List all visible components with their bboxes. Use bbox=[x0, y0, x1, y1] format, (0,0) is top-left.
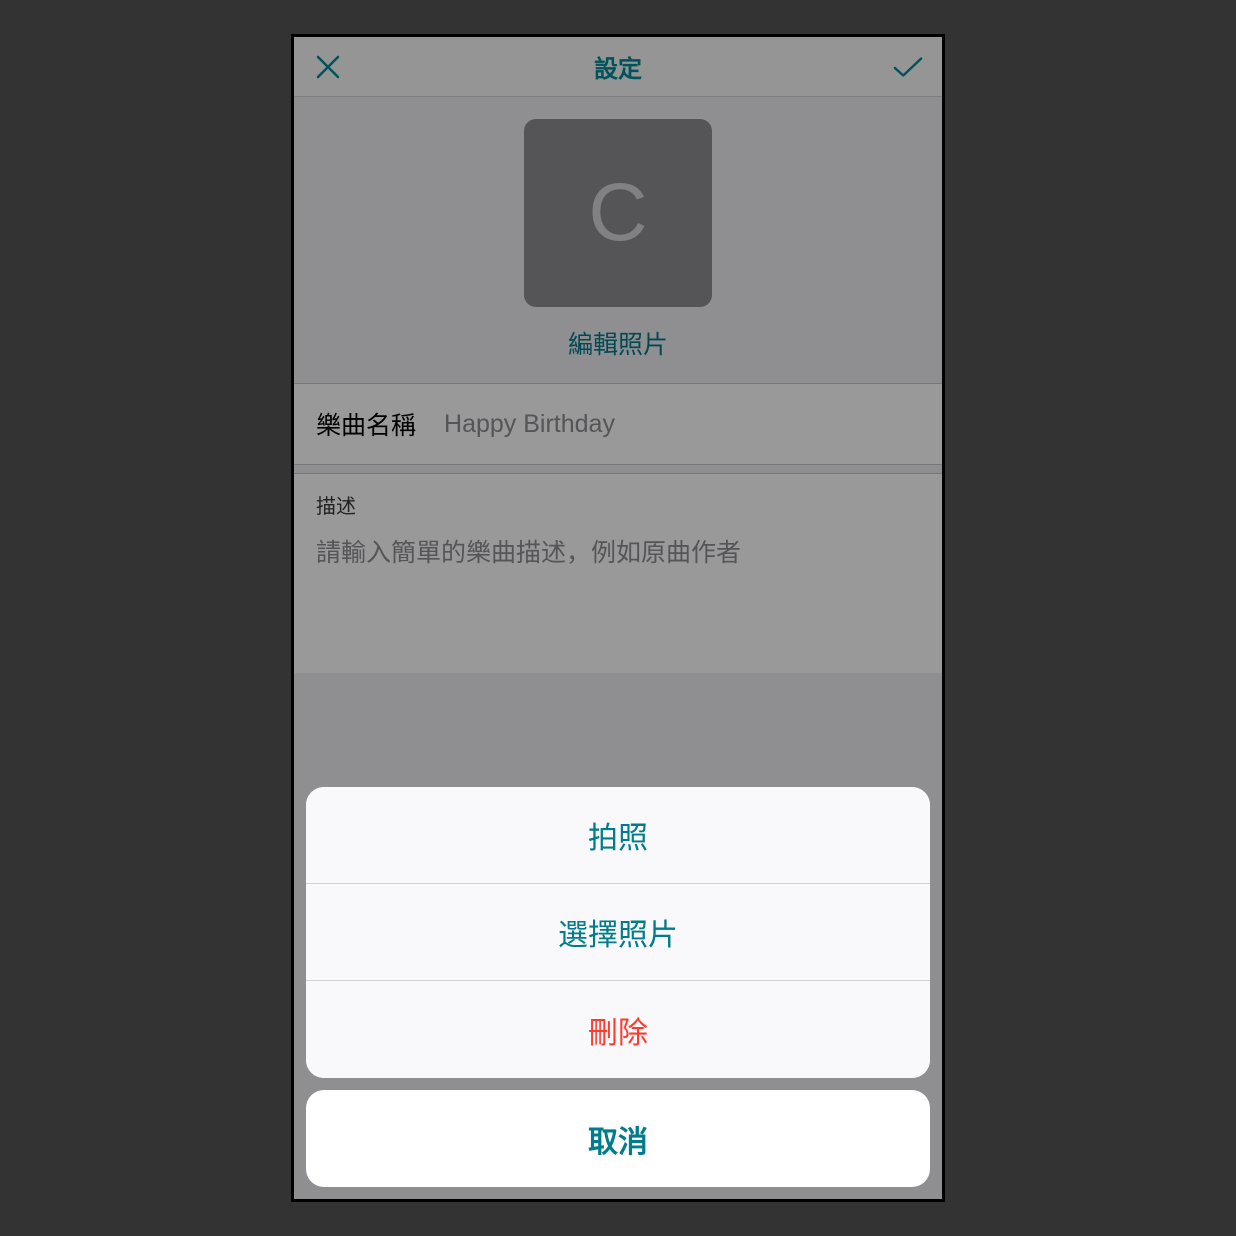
action-sheet: 拍照 選擇照片 刪除 取消 bbox=[294, 775, 942, 1199]
action-sheet-group: 拍照 選擇照片 刪除 bbox=[306, 787, 930, 1078]
cancel-button[interactable]: 取消 bbox=[306, 1090, 930, 1187]
take-photo-button[interactable]: 拍照 bbox=[306, 787, 930, 884]
choose-photo-button[interactable]: 選擇照片 bbox=[306, 884, 930, 981]
app-screen: 設定 C 編輯照片 樂曲名稱 Happy Birthday 描述 請輸入簡單的樂… bbox=[294, 37, 942, 1199]
delete-button[interactable]: 刪除 bbox=[306, 981, 930, 1078]
